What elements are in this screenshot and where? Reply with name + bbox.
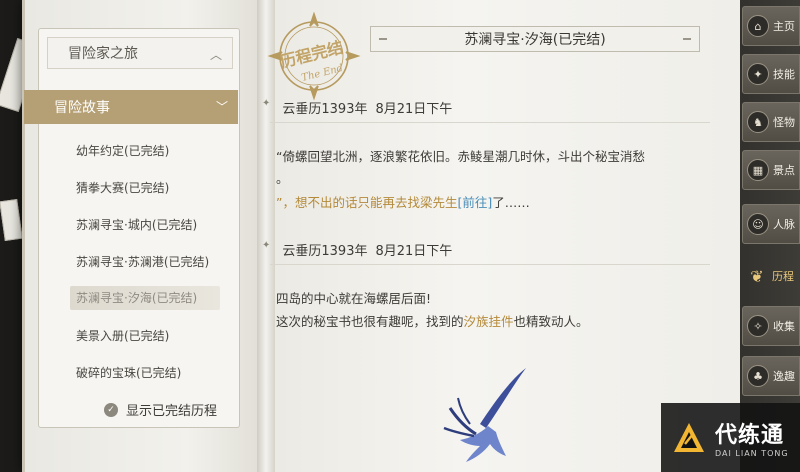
- skill-icon: ✦: [747, 63, 769, 85]
- home-icon: ⌂: [747, 15, 769, 37]
- entry-date: ✦ 云垂历1393年 8月21日下午: [262, 240, 453, 259]
- contacts-icon: ☺: [747, 213, 769, 235]
- sidebar-item-home[interactable]: ⌂ 主页: [742, 6, 800, 46]
- story-item[interactable]: 苏澜寻宝·城内(已完结): [76, 216, 197, 233]
- story-item[interactable]: 苏澜寻宝·苏澜港(已完结): [76, 253, 209, 270]
- show-completed-toggle[interactable]: ✓ 显示已完结历程: [104, 400, 217, 419]
- divider: [270, 264, 710, 265]
- entry-text-line: ”，想不出的话只能再去找梁先生[前往]了……: [276, 195, 530, 210]
- nav-section-adventure-story[interactable]: 冒险故事 ﹀: [24, 90, 238, 124]
- right-sidebar: ⌂ 主页 ✦ 技能 ♞ 怪物 ▦ 景点 ☺ 人脉 ❦ 历程 ✧ 收集 ♣ 逸趣: [740, 0, 800, 472]
- entry-quote-line: 。: [276, 171, 289, 186]
- entry-quote-line: “倚螺回望北洲，逐浪繁花依旧。赤鲮星潮几时休，斗出个秘宝消愁: [276, 149, 645, 164]
- collect-icon: ✧: [747, 315, 769, 337]
- check-icon: ✓: [104, 402, 118, 417]
- diamond-bullet-icon: ✦: [262, 98, 271, 109]
- sidebar-item-collect[interactable]: ✧ 收集: [742, 306, 800, 346]
- divider: [270, 122, 710, 123]
- pendant-ornament: [443, 368, 526, 462]
- story-item[interactable]: 猜拳大赛(已完结): [76, 179, 169, 196]
- sidebar-item-contacts[interactable]: ☺ 人脉: [742, 204, 800, 244]
- story-item-active[interactable]: 苏澜寻宝·汐海(已完结): [70, 286, 220, 310]
- entry-text-line: 这次的秘宝书也很有趣呢，找到的汐族挂件也精致动人。: [276, 314, 589, 329]
- watermark: 代练通 DAI LIAN TONG: [661, 403, 800, 472]
- item-name: 汐族挂件: [463, 314, 514, 329]
- entry-date: ✦ 云垂历1393年 8月21日下午: [262, 98, 453, 117]
- sidebar-item-monster[interactable]: ♞ 怪物: [742, 102, 800, 142]
- nav-group-adventurer-journey[interactable]: 冒险家之旅 ︿: [47, 37, 233, 69]
- story-item[interactable]: 幼年约定(已完结): [76, 142, 169, 159]
- chevron-down-icon: ﹀: [215, 100, 228, 114]
- toggle-label: 显示已完结历程: [126, 404, 218, 419]
- npc-name: 梁先生: [419, 195, 458, 210]
- goto-link[interactable]: [前往]: [458, 195, 493, 210]
- completed-stamp: 历程完结 The End: [267, 12, 361, 101]
- sidebar-item-journey[interactable]: ❦ 历程: [742, 256, 800, 296]
- page-title: 苏澜寻宝·汐海(已完结): [370, 26, 700, 52]
- watermark-text: 代练通: [715, 423, 785, 448]
- scenic-icon: ▦: [747, 159, 769, 181]
- story-item[interactable]: 美景入册(已完结): [76, 327, 169, 344]
- chevron-up-icon: ︿: [209, 48, 222, 62]
- entry-text-line: 四岛的中心就在海螺居后面!: [276, 291, 432, 306]
- sidebar-item-skill[interactable]: ✦ 技能: [742, 54, 800, 94]
- monster-icon: ♞: [747, 111, 769, 133]
- watermark-logo-icon: [674, 422, 704, 452]
- nav-section-label: 冒险故事: [54, 100, 110, 116]
- journey-icon: ❦: [750, 266, 764, 286]
- story-item[interactable]: 破碎的宝珠(已完结): [76, 364, 181, 381]
- diamond-bullet-icon: ✦: [262, 240, 271, 251]
- nav-group-label: 冒险家之旅: [68, 46, 138, 62]
- fun-icon: ♣: [747, 365, 769, 387]
- sidebar-item-scenic[interactable]: ▦ 景点: [742, 150, 800, 190]
- game-screen: 冒险家之旅 ︿ 冒险故事 ﹀ 幼年约定(已完结) 猜拳大赛(已完结) 苏澜寻宝·…: [0, 0, 800, 472]
- watermark-subtext: DAI LIAN TONG: [715, 449, 789, 458]
- sidebar-item-fun[interactable]: ♣ 逸趣: [742, 356, 800, 396]
